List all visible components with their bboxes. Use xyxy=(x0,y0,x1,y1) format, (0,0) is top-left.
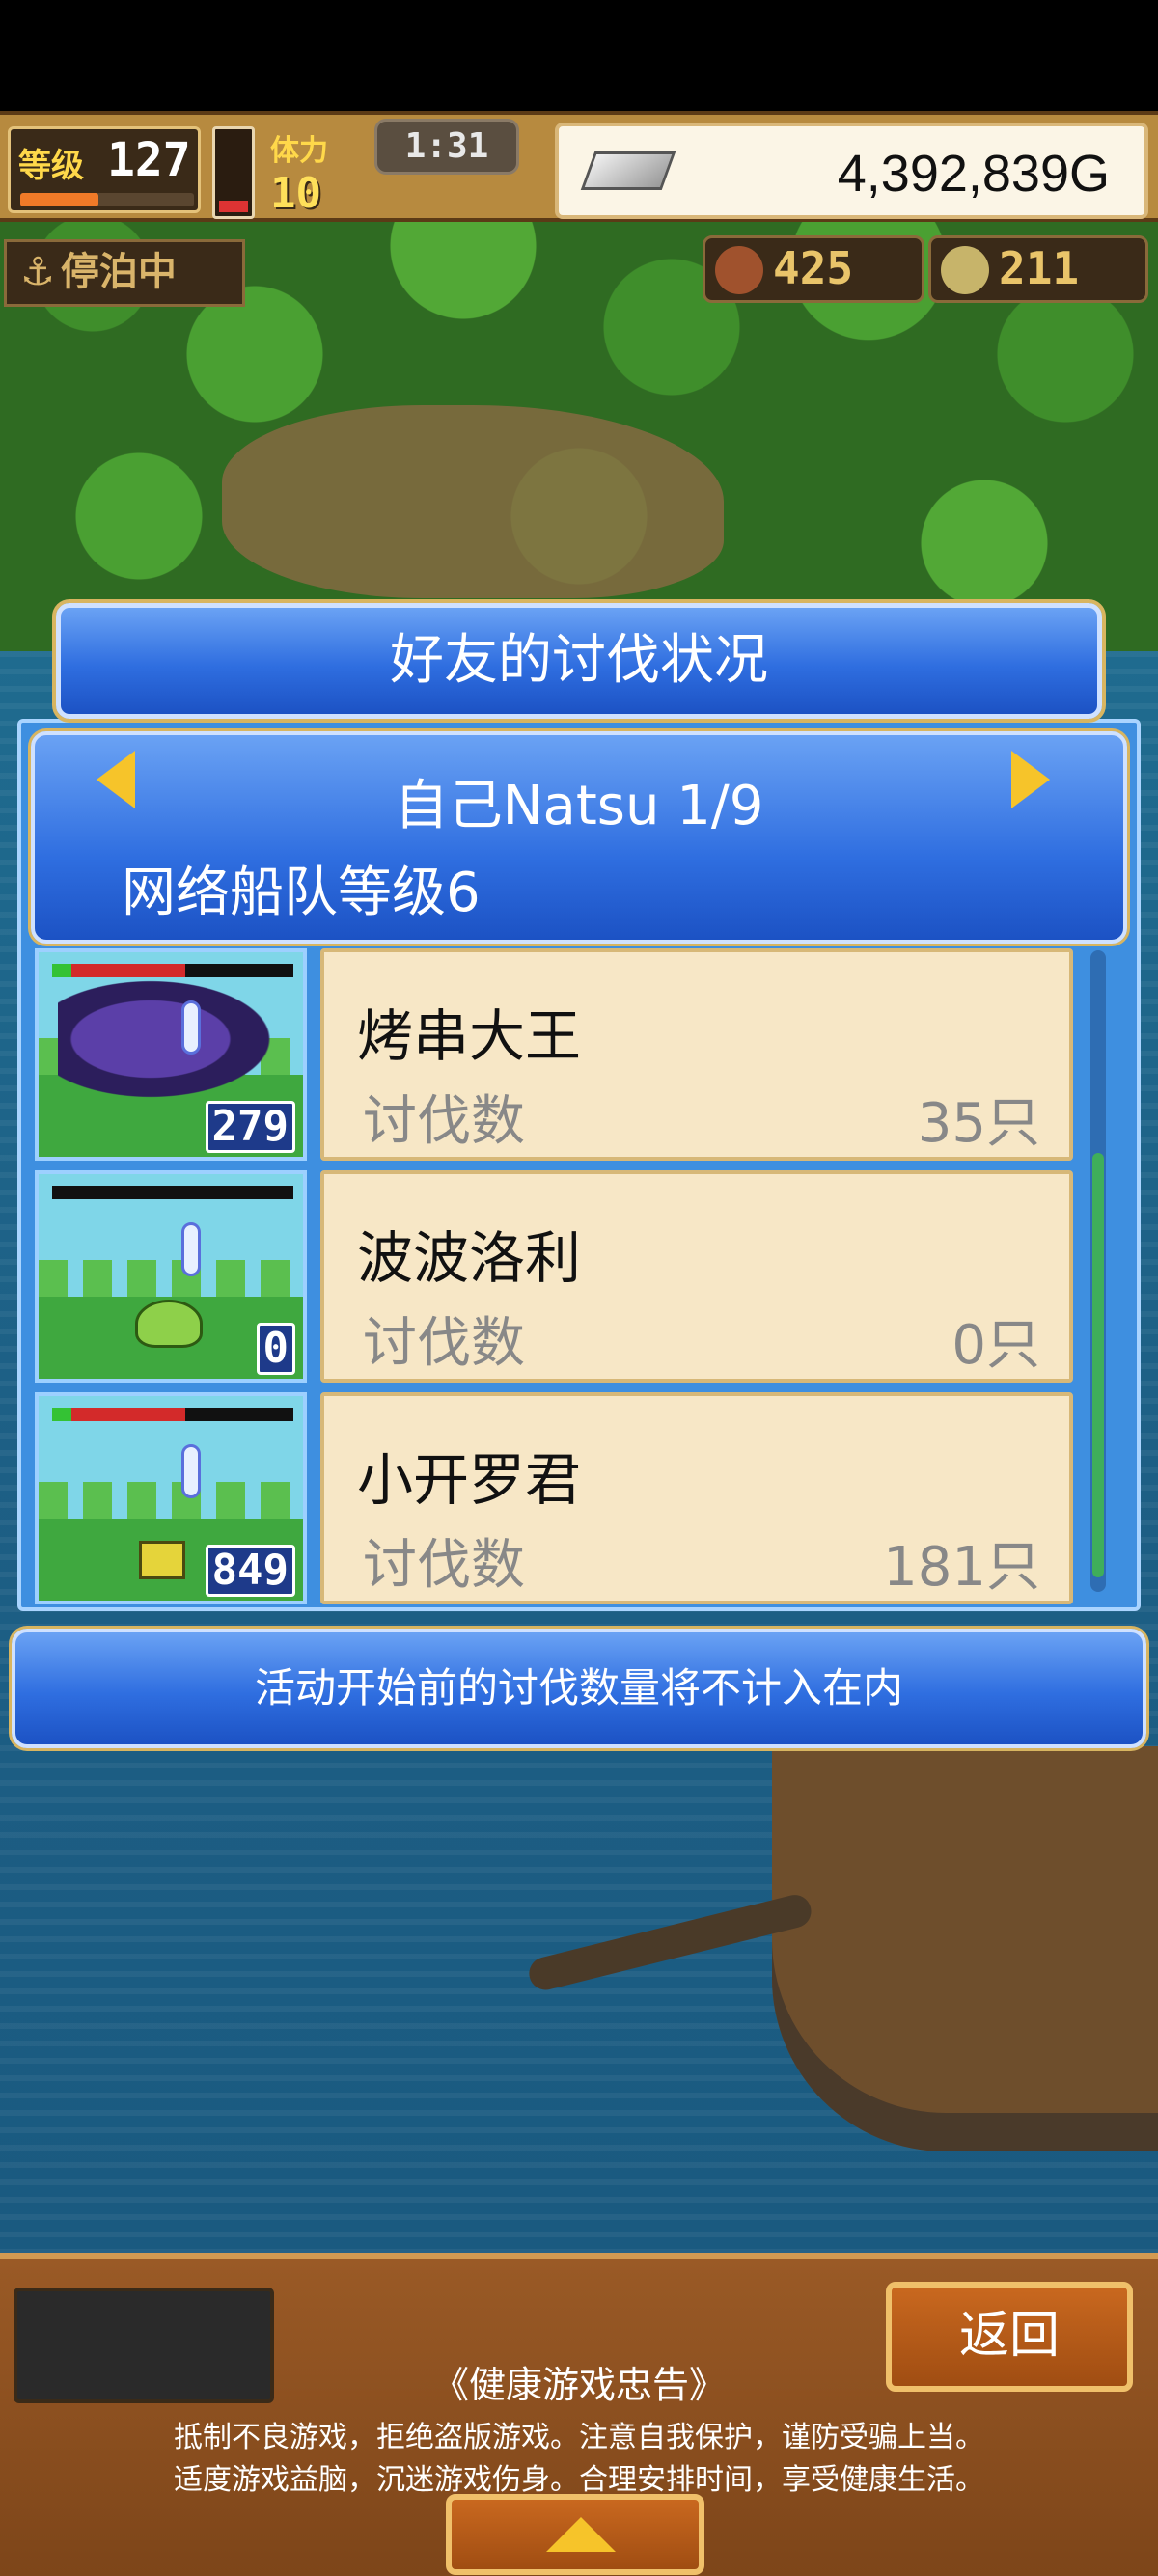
medal-counter: 211 xyxy=(928,235,1148,303)
ship-hull xyxy=(772,1746,1158,2151)
medal-value: 211 xyxy=(999,242,1080,294)
stamina-box: 体力 10 xyxy=(270,126,386,219)
health-advice-line2: 适度游戏益脑，沉迷游戏伤身。合理安排时间，享受健康生活。 xyxy=(174,2463,984,2497)
dialog-title-banner: 好友的讨伐状况 xyxy=(56,603,1102,719)
crystal-icon xyxy=(181,1444,201,1498)
stamina-gauge xyxy=(212,126,255,219)
crystal-icon xyxy=(181,1222,201,1276)
top-hud: 等级 127 体力 10 1:31 4,392,839G xyxy=(0,111,1158,222)
monster-hp-green xyxy=(52,1408,71,1421)
list-item[interactable]: 849 小开罗君 讨伐数 181只 xyxy=(35,1392,1077,1604)
food-counter: 425 xyxy=(703,235,924,303)
fleet-level: 网络船队等级6 xyxy=(122,862,481,924)
notice-text: 活动开始前的讨伐数量将不计入在内 xyxy=(254,1664,903,1712)
prev-friend-button[interactable] xyxy=(96,751,135,808)
bottom-bar: 返回 《健康游戏忠告》 抵制不良游戏，拒绝盗版游戏。注意自我保护，谨防受骗上当。… xyxy=(0,2253,1158,2576)
notice-banner: 活动开始前的讨伐数量将不计入在内 xyxy=(12,1629,1146,1748)
monster-level: 0 xyxy=(256,1323,295,1375)
monster-level: 849 xyxy=(205,1545,295,1597)
list-item[interactable]: 0 波波洛利 讨伐数 0只 xyxy=(35,1170,1077,1383)
food-value: 425 xyxy=(773,242,854,294)
monster-hp-bar xyxy=(52,1186,293,1199)
boss-monster-icon xyxy=(58,972,290,1107)
kill-count: 35只 xyxy=(917,1092,1040,1155)
scrollbar-thumb[interactable] xyxy=(1092,1153,1104,1577)
silver-ingot-icon xyxy=(580,151,676,190)
moored-status: ⚓ 停泊中 xyxy=(4,239,245,307)
player-level-box: 等级 127 xyxy=(8,126,201,213)
dirt-clearing xyxy=(222,405,724,598)
list-scrollbar[interactable] xyxy=(1090,950,1106,1592)
meat-icon xyxy=(715,246,763,294)
hunt-card: 小开罗君 讨伐数 181只 xyxy=(320,1392,1073,1604)
stamina-timer: 1:31 xyxy=(374,119,519,175)
monster-name: 烤串大王 xyxy=(357,1003,582,1069)
anchor-icon: ⚓ xyxy=(20,250,55,294)
expand-menu-button[interactable] xyxy=(446,2494,704,2575)
exp-bar xyxy=(20,193,194,206)
monster-name: 小开罗君 xyxy=(357,1447,582,1513)
hunt-card: 烤串大王 讨伐数 35只 xyxy=(320,948,1073,1161)
hunt-card: 波波洛利 讨伐数 0只 xyxy=(320,1170,1073,1383)
gold-box: 4,392,839G xyxy=(555,123,1148,219)
dialog-title: 好友的讨伐状况 xyxy=(390,629,768,692)
friend-name: 自己Natsu 1/9 xyxy=(394,775,764,837)
health-advice-line1: 抵制不良游戏，拒绝盗版游戏。注意自我保护，谨防受骗上当。 xyxy=(174,2421,984,2454)
monster-thumbnail: 849 xyxy=(35,1392,307,1604)
next-friend-button[interactable] xyxy=(1011,751,1050,808)
monster-hp-fill xyxy=(52,1408,185,1421)
monster-thumbnail: 0 xyxy=(35,1170,307,1383)
monster-level: 279 xyxy=(205,1101,295,1153)
health-advice-title: 《健康游戏忠告》 xyxy=(431,2364,726,2406)
kill-count: 0只 xyxy=(951,1314,1040,1377)
medal-icon xyxy=(941,246,989,294)
kill-count: 181只 xyxy=(883,1536,1040,1599)
status-bar-area xyxy=(0,0,1158,111)
monster-hp-fill xyxy=(52,964,185,977)
kill-label: 讨伐数 xyxy=(363,1534,525,1597)
monster-hp-bar xyxy=(52,1408,293,1421)
stamina-value: 10 xyxy=(270,169,321,218)
crystal-icon xyxy=(181,1000,201,1055)
gold-amount: 4,392,839G xyxy=(837,145,1110,203)
exp-bar-fill xyxy=(20,193,98,206)
stamina-label: 体力 xyxy=(270,134,328,168)
level-label: 等级 xyxy=(18,147,84,185)
hunt-list[interactable]: 279 烤串大王 讨伐数 35只 0 波波洛利 讨伐数 0只 849 小开罗君 … xyxy=(35,948,1077,1604)
monster-thumbnail: 279 xyxy=(35,948,307,1161)
level-value: 127 xyxy=(107,133,191,187)
up-arrow-icon xyxy=(546,2517,616,2552)
kill-label: 讨伐数 xyxy=(363,1312,525,1375)
monster-name: 波波洛利 xyxy=(357,1225,582,1291)
stamina-gauge-fill xyxy=(219,201,248,212)
critter-monster-icon xyxy=(139,1541,185,1579)
slime-monster-icon xyxy=(135,1300,203,1348)
monster-hp-green xyxy=(52,964,71,977)
monster-hp-bar xyxy=(52,964,293,977)
moored-label: 停泊中 xyxy=(60,250,177,294)
list-item[interactable]: 279 烤串大王 讨伐数 35只 xyxy=(35,948,1077,1161)
kill-label: 讨伐数 xyxy=(363,1090,525,1153)
